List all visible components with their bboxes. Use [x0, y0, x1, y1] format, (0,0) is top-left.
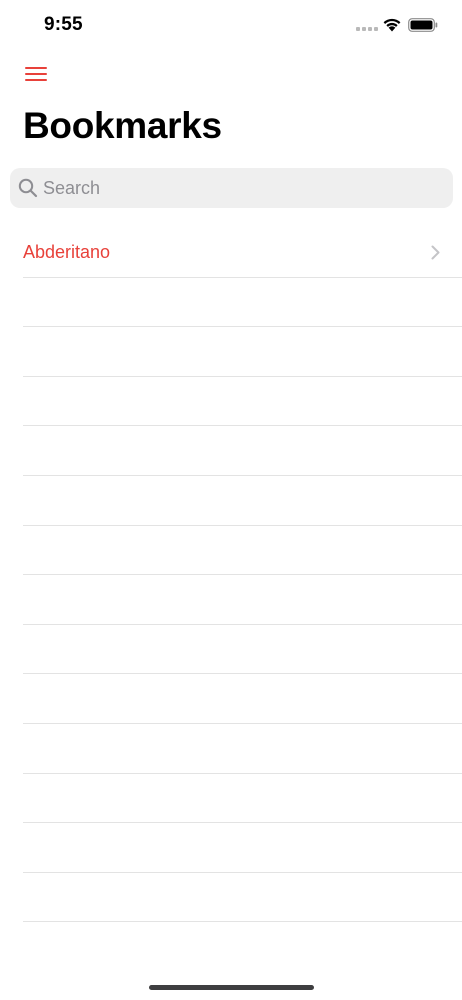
empty-list-row: [23, 426, 462, 476]
empty-list-row: [23, 625, 462, 675]
empty-list-row: [23, 476, 462, 526]
page-title: Bookmarks: [23, 105, 222, 146]
status-time: 9:55: [44, 14, 83, 35]
chevron-right-icon: [431, 245, 440, 260]
empty-list-row: [23, 377, 462, 427]
hamburger-menu-icon[interactable]: [25, 66, 47, 82]
empty-list-row: [23, 575, 462, 625]
status-bar: 9:55: [0, 0, 462, 50]
empty-list-row: [23, 724, 462, 774]
search-input[interactable]: [43, 168, 443, 208]
battery-icon: [408, 18, 438, 32]
empty-list-row: [23, 823, 462, 873]
empty-list-row: [23, 278, 462, 328]
wifi-icon: [383, 18, 401, 32]
empty-list-row: [23, 774, 462, 824]
signal-icon: [356, 27, 378, 32]
bookmark-label: Abderitano: [23, 242, 111, 262]
search-bar[interactable]: [10, 168, 453, 208]
empty-list-row: [23, 526, 462, 576]
empty-list-row: [23, 674, 462, 724]
search-icon: [18, 178, 38, 198]
empty-list-row: [23, 327, 462, 377]
bookmarks-list: Abderitano: [0, 228, 462, 923]
home-indicator[interactable]: [149, 985, 314, 990]
bookmark-row-abderitano[interactable]: Abderitano: [23, 228, 462, 278]
bookmarks-screen: 9:55 Bookmarks Abderitano: [0, 0, 462, 1000]
empty-list-row: [23, 873, 462, 923]
